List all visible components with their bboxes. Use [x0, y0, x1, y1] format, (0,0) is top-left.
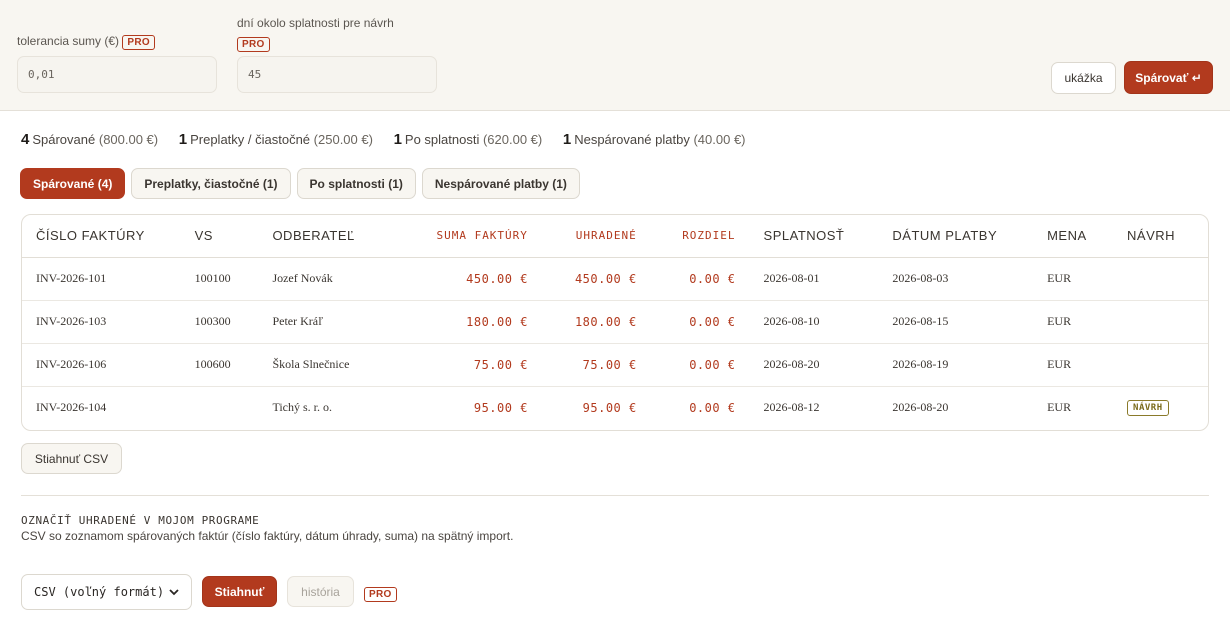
- payment-date: 2026-08-20: [892, 400, 949, 415]
- mark-paid-title: OZNAČIŤ UHRADENÉ V MOJOM PROGRAME: [21, 514, 260, 527]
- paid-amount: 75.00 €: [527, 343, 637, 387]
- due-date: 2026-08-10: [735, 300, 878, 344]
- days-pro-badge-wrap: PRO: [237, 34, 270, 52]
- currency: EUR: [1019, 300, 1100, 344]
- summary-bar: 4 Spárované (800.00 €) 1 Preplatky / čiast…: [21, 131, 763, 148]
- variable-symbol: 100600: [194, 343, 273, 387]
- payment-date: 2026-08-15: [877, 300, 1020, 344]
- table-row[interactable]: INV-2026-101 100100 Jozef Novák 450.00 €…: [22, 257, 1208, 301]
- paid-amount: 180.00 €: [527, 300, 637, 344]
- tab-matched[interactable]: Spárované (4): [20, 168, 126, 199]
- currency: EUR: [1019, 257, 1100, 301]
- due-date: 2026-08-01: [735, 257, 878, 301]
- export-format-value: CSV (voľný formát): [34, 585, 165, 599]
- paid-amount: 450.00 €: [527, 257, 637, 301]
- customer-name: Peter Kráľ: [272, 300, 403, 344]
- pro-badge: PRO: [364, 587, 397, 602]
- payment-date: 2026-08-03: [877, 257, 1020, 301]
- history-button[interactable]: história: [287, 576, 354, 607]
- tolerance-input[interactable]: [17, 56, 217, 93]
- download-csv-button[interactable]: Stiahnuť CSV: [21, 443, 122, 474]
- summary-overpaid: 1 Preplatky / čiastočné (250.00 €): [178, 131, 373, 148]
- difference-amount: 0.00 €: [636, 300, 736, 344]
- table-row[interactable]: INV-2026-106 100600 Škola Slnečnice 75.0…: [22, 343, 1208, 387]
- days-input[interactable]: [237, 56, 437, 93]
- tab-unmatched[interactable]: Nespárované platby (1): [421, 168, 580, 199]
- days-label: dní okolo splatnosti pre návrh: [237, 16, 394, 30]
- history-pro-wrap: PRO: [364, 584, 397, 602]
- table-row[interactable]: INV-2026-103 100300 Peter Kráľ 180.00 € …: [22, 300, 1208, 344]
- tab-overdue[interactable]: Po splatnosti (1): [296, 168, 416, 199]
- col-vs-header[interactable]: VS: [194, 215, 273, 258]
- invoice-number: INV-2026-104: [36, 400, 107, 415]
- customer-name: Škola Slnečnice: [272, 343, 403, 387]
- summary-unmatched: 1 Nespárované platby (40.00 €): [562, 131, 746, 148]
- currency: EUR: [1019, 343, 1100, 387]
- invoice-amount: 450.00 €: [402, 257, 528, 301]
- col-currency-header[interactable]: MENA: [1019, 215, 1100, 258]
- tolerance-label: tolerancia sumy (€): [17, 34, 120, 48]
- col-customer-header[interactable]: ODBERATEĽ: [272, 215, 403, 258]
- difference-amount: 0.00 €: [636, 343, 736, 387]
- section-divider: [21, 495, 1209, 496]
- summary-matched: 4 Spárované (800.00 €): [21, 131, 159, 148]
- invoice-number: INV-2026-106: [22, 343, 195, 387]
- due-date: 2026-08-12: [763, 400, 820, 415]
- tolerance-label-row: tolerancia sumy (€) PRO: [17, 34, 155, 50]
- variable-symbol: [195, 386, 273, 429]
- export-format-select[interactable]: CSV (voľný formát): [21, 574, 192, 610]
- table-header-row: ČÍSLO FAKTÚRY VS ODBERATEĽ SUMA FAKTÚRY …: [22, 215, 1208, 258]
- suggestion-cell: NÁVRH: [1099, 386, 1208, 429]
- table-row[interactable]: INV-2026-104 Tichý s. r. o. 95.00 € 95.0…: [22, 386, 1208, 429]
- settings-panel: tolerancia sumy (€) PRO dní okolo splatn…: [0, 0, 1230, 111]
- col-suggestion-header[interactable]: NÁVRH: [1099, 215, 1208, 258]
- pro-badge: PRO: [122, 35, 155, 50]
- currency: EUR: [1047, 400, 1072, 415]
- matched-table: ČÍSLO FAKTÚRY VS ODBERATEĽ SUMA FAKTÚRY …: [21, 214, 1209, 431]
- chevron-down-icon: [169, 585, 179, 599]
- suggestion-badge: NÁVRH: [1127, 400, 1169, 417]
- col-paid-date-header[interactable]: DÁTUM PLATBY: [877, 215, 1020, 258]
- customer-name: Jozef Novák: [272, 257, 403, 301]
- suggestion-cell: [1099, 300, 1208, 344]
- invoice-number: INV-2026-101: [22, 257, 195, 301]
- invoice-number: INV-2026-103: [22, 300, 195, 344]
- payment-date: 2026-08-19: [877, 343, 1020, 387]
- variable-symbol: 100100: [194, 257, 273, 301]
- tab-overpaid[interactable]: Preplatky, čiastočné (1): [131, 168, 291, 199]
- variable-symbol: 100300: [194, 300, 273, 344]
- suggestion-cell: [1099, 343, 1208, 387]
- col-due-header[interactable]: SPLATNOSŤ: [735, 215, 878, 258]
- match-button[interactable]: Spárovať ↵: [1124, 61, 1213, 94]
- invoice-amount: 180.00 €: [402, 300, 528, 344]
- difference-amount: 0.00 €: [689, 400, 736, 415]
- preview-button[interactable]: ukážka: [1051, 62, 1116, 94]
- col-amount-header[interactable]: SUMA FAKTÚRY: [402, 215, 528, 258]
- col-invoice-header[interactable]: ČÍSLO FAKTÚRY: [22, 215, 195, 258]
- summary-overdue: 1 Po splatnosti (620.00 €): [393, 131, 543, 148]
- result-tabs: Spárované (4) Preplatky, čiastočné (1) P…: [20, 168, 580, 199]
- difference-amount: 0.00 €: [636, 257, 736, 301]
- mark-paid-description: CSV so zoznamom spárovaných faktúr (čísl…: [21, 529, 514, 543]
- customer-name: Tichý s. r. o.: [272, 400, 333, 415]
- col-diff-header[interactable]: ROZDIEL: [636, 215, 736, 258]
- invoice-amount: 95.00 €: [473, 400, 528, 415]
- download-button[interactable]: Stiahnuť: [202, 576, 277, 607]
- col-paid-header[interactable]: UHRADENÉ: [527, 215, 637, 258]
- invoice-amount: 75.00 €: [402, 343, 528, 387]
- suggestion-cell: [1099, 257, 1208, 301]
- paid-amount: 95.00 €: [582, 400, 637, 415]
- pro-badge: PRO: [237, 37, 270, 52]
- due-date: 2026-08-20: [735, 343, 878, 387]
